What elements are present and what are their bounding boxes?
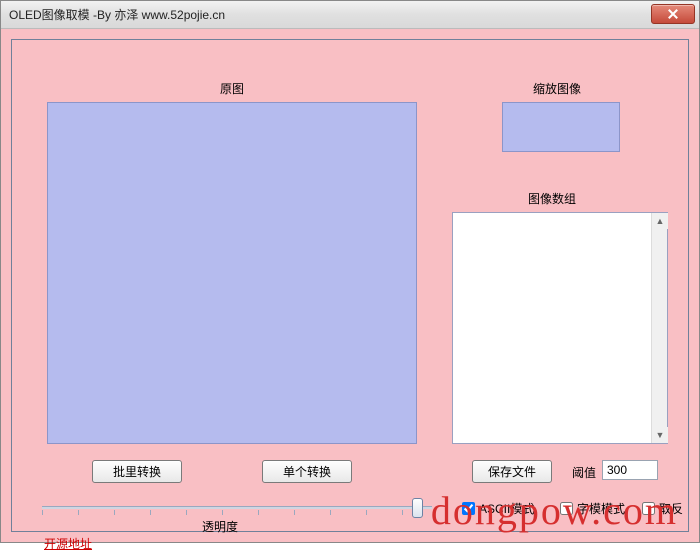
- ascii-mode-checkbox[interactable]: [462, 502, 475, 515]
- opacity-label: 透明度: [202, 518, 238, 535]
- close-button[interactable]: [651, 4, 695, 24]
- scroll-down-icon[interactable]: ▼: [652, 427, 668, 443]
- client-area: 原图 缩放图像 图像数组 ▲ ▼ 批里转换 单个转换 保存文件 阈值 透明度: [1, 29, 699, 542]
- original-image-canvas[interactable]: [47, 102, 417, 444]
- zoomed-image-canvas: [502, 102, 620, 152]
- app-window: OLED图像取模 -By 亦泽 www.52pojie.cn 原图 缩放图像 图…: [0, 0, 700, 543]
- source-link[interactable]: 开源地址: [44, 535, 92, 552]
- image-array-label: 图像数组: [452, 190, 652, 207]
- opacity-slider[interactable]: [42, 495, 432, 519]
- scroll-up-icon[interactable]: ▲: [652, 213, 668, 229]
- titlebar[interactable]: OLED图像取模 -By 亦泽 www.52pojie.cn: [1, 1, 699, 29]
- font-mode-checkbox[interactable]: [560, 502, 573, 515]
- slider-ticks: [42, 510, 432, 515]
- ascii-mode-label: ASCII模式: [479, 500, 534, 517]
- inner-panel: 原图 缩放图像 图像数组 ▲ ▼ 批里转换 单个转换 保存文件 阈值 透明度: [11, 39, 689, 532]
- array-scrollbar[interactable]: ▲ ▼: [651, 213, 667, 443]
- save-file-button[interactable]: 保存文件: [472, 460, 552, 483]
- window-controls: [651, 4, 695, 24]
- invert-checkbox-wrap[interactable]: 取反: [642, 500, 683, 517]
- slider-track: [42, 506, 432, 509]
- window-title: OLED图像取模 -By 亦泽 www.52pojie.cn: [5, 6, 225, 23]
- ascii-mode-checkbox-wrap[interactable]: ASCII模式: [462, 500, 534, 517]
- zoomed-image-label: 缩放图像: [492, 80, 622, 97]
- font-mode-label: 字模模式: [577, 500, 625, 517]
- invert-checkbox[interactable]: [642, 502, 655, 515]
- font-mode-checkbox-wrap[interactable]: 字模模式: [560, 500, 625, 517]
- threshold-label: 阈值: [572, 464, 596, 481]
- single-convert-button[interactable]: 单个转换: [262, 460, 352, 483]
- batch-convert-button[interactable]: 批里转换: [92, 460, 182, 483]
- image-array-textarea[interactable]: ▲ ▼: [452, 212, 668, 444]
- threshold-input[interactable]: [602, 460, 658, 480]
- original-image-label: 原图: [47, 80, 417, 97]
- close-icon: [668, 9, 679, 20]
- invert-label: 取反: [659, 500, 683, 517]
- slider-thumb[interactable]: [412, 498, 423, 518]
